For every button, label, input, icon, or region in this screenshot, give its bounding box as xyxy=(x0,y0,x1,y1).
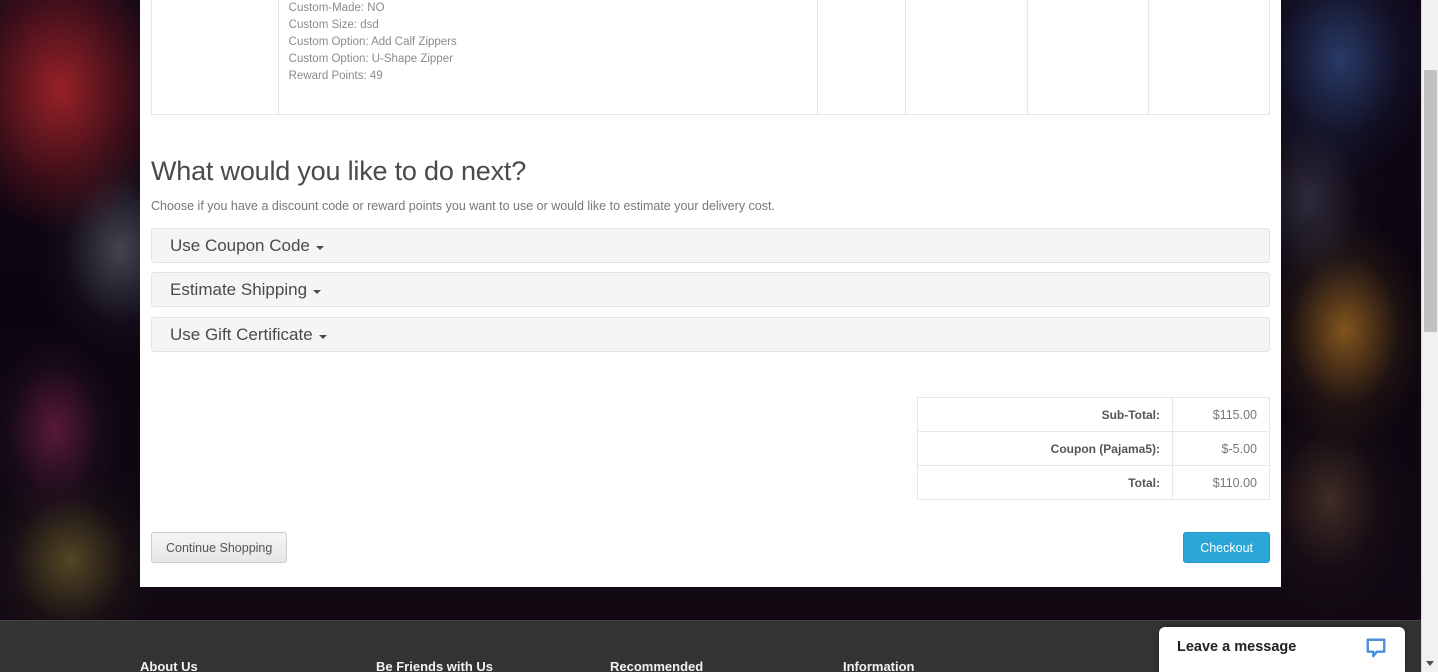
content-card: Heel Of Shoes: Flat heels 0.4 inch Shoes… xyxy=(140,0,1281,587)
cell-quantity xyxy=(905,0,1028,115)
option-line: Custom Option: Add Calf Zippers xyxy=(288,36,457,48)
page-title: What would you like to do next? xyxy=(151,156,527,186)
table-row: Total: $110.00 xyxy=(917,465,1270,500)
cell-model xyxy=(817,0,907,115)
browser-scrollbar[interactable] xyxy=(1421,0,1438,672)
chevron-down-icon xyxy=(318,334,327,339)
table-row: Sub-Total: $115.00 xyxy=(917,397,1270,432)
option-line: Custom Option: U-Shape Zipper xyxy=(288,53,453,65)
accordion-use-gift-certificate[interactable]: Use Gift Certificate xyxy=(151,317,1270,352)
footer-heading-information: Information xyxy=(843,659,915,672)
subtotal-label: Sub-Total: xyxy=(917,397,1173,432)
footer-heading-recommended: Recommended xyxy=(610,659,704,672)
scrollbar-down-arrow[interactable] xyxy=(1422,655,1438,672)
chevron-down-icon xyxy=(315,245,324,250)
checkout-button[interactable]: Checkout xyxy=(1183,532,1270,563)
table-row: Heel Of Shoes: Flat heels 0.4 inch Shoes… xyxy=(151,0,1271,115)
footer-heading-about-us: About Us xyxy=(140,659,198,672)
accordion-estimate-shipping[interactable]: Estimate Shipping xyxy=(151,272,1270,307)
chat-widget-label: Leave a message xyxy=(1177,639,1297,655)
footer-heading-be-friends-with-us: Be Friends with Us xyxy=(376,659,494,672)
cell-unit-price xyxy=(1026,0,1149,115)
cell-product-description: Heel Of Shoes: Flat heels 0.4 inch Shoes… xyxy=(277,0,819,115)
scrollbar-thumb[interactable] xyxy=(1424,70,1437,332)
accordion-label: Use Coupon Code xyxy=(170,236,310,255)
coupon-value: $-5.00 xyxy=(1172,431,1270,466)
table-row: Coupon (Pajama5): $-5.00 xyxy=(917,431,1270,466)
accordion-title: Use Coupon Code xyxy=(170,236,324,256)
accordion-title: Estimate Shipping xyxy=(170,280,322,300)
accordion-label: Estimate Shipping xyxy=(170,280,308,299)
accordion-label: Use Gift Certificate xyxy=(170,325,313,344)
option-line: Custom Size: dsd xyxy=(288,19,379,31)
chat-bubble-icon xyxy=(1366,638,1386,658)
continue-shopping-button[interactable]: Continue Shopping xyxy=(151,532,288,563)
coupon-label: Coupon (Pajama5): xyxy=(917,431,1173,466)
chevron-down-icon xyxy=(313,289,322,294)
accordion-use-coupon-code[interactable]: Use Coupon Code xyxy=(151,228,1270,263)
cell-row-total xyxy=(1147,0,1271,115)
subtotal-value: $115.00 xyxy=(1172,397,1270,432)
option-line: Custom-Made: NO xyxy=(288,2,385,14)
order-totals-table: Sub-Total: $115.00 Coupon (Pajama5): $-5… xyxy=(917,397,1270,500)
total-value: $110.00 xyxy=(1172,465,1270,500)
option-line: Reward Points: 49 xyxy=(288,70,383,82)
page-subtitle: Choose if you have a discount code or re… xyxy=(151,199,775,213)
live-chat-widget[interactable]: Leave a message xyxy=(1159,627,1405,672)
cell-product-image xyxy=(151,0,279,115)
cart-items-table: Heel Of Shoes: Flat heels 0.4 inch Shoes… xyxy=(151,0,1271,115)
accordion-title: Use Gift Certificate xyxy=(170,325,327,345)
total-label: Total: xyxy=(917,465,1173,500)
